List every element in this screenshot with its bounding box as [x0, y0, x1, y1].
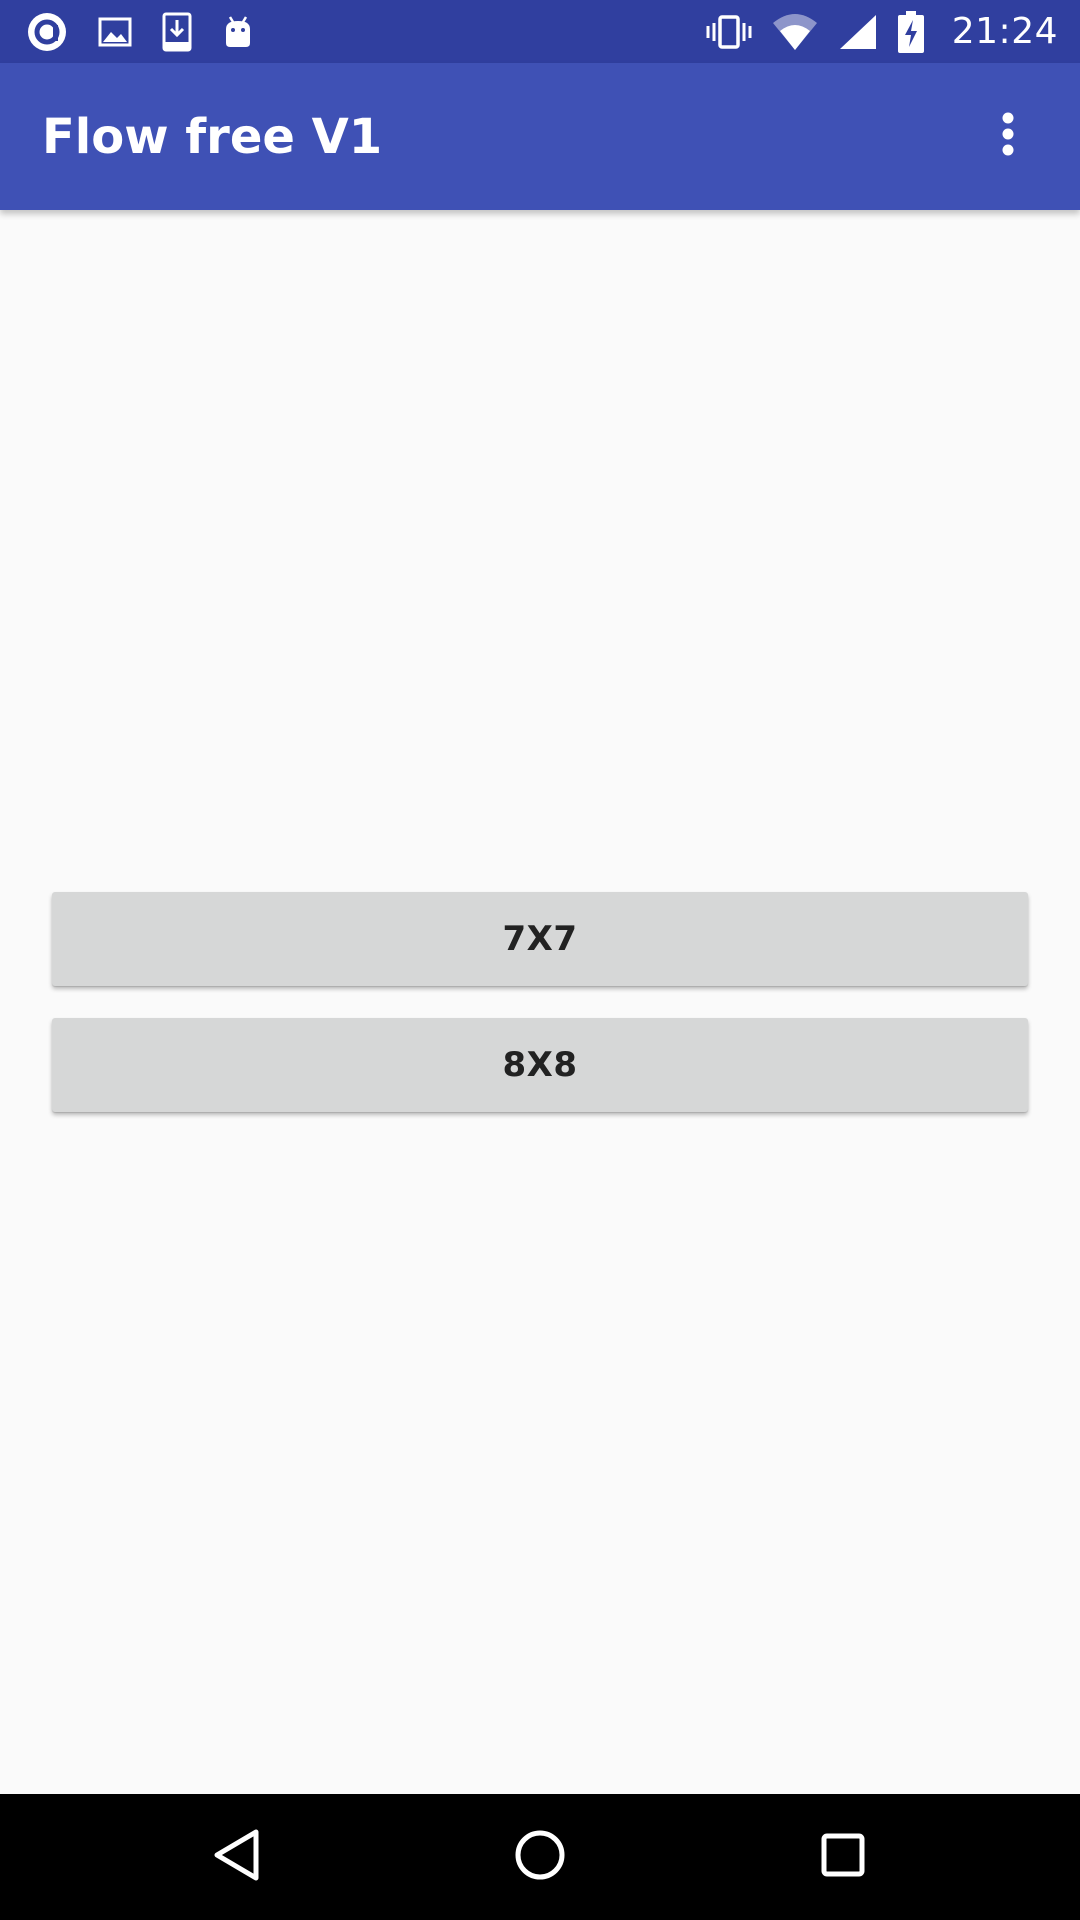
status-bar: 21:24 — [0, 0, 1080, 63]
notification-icons — [0, 0, 254, 63]
app-bar: Flow free V1 — [0, 63, 1080, 210]
android-icon — [222, 15, 254, 49]
overflow-menu-button[interactable] — [960, 89, 1056, 185]
grid-8x8-button[interactable]: 8X8 — [52, 1018, 1028, 1112]
download-icon — [162, 12, 192, 52]
navigation-bar — [0, 1794, 1080, 1920]
at-sign-icon — [26, 11, 68, 53]
vibrate-icon — [706, 14, 752, 50]
more-vert-icon — [1001, 112, 1015, 161]
back-button[interactable] — [157, 1794, 317, 1920]
grid-7x7-button[interactable]: 7X7 — [52, 892, 1028, 986]
home-button[interactable] — [460, 1794, 620, 1920]
battery-charging-icon — [897, 10, 924, 53]
clock: 21:24 — [951, 11, 1058, 52]
recents-button[interactable] — [763, 1794, 923, 1920]
image-icon — [98, 17, 132, 47]
recents-icon — [820, 1832, 866, 1883]
home-icon — [514, 1829, 566, 1886]
wifi-icon — [772, 13, 818, 51]
app-title: Flow free V1 — [42, 108, 383, 165]
back-icon — [212, 1828, 262, 1887]
system-icons: 21:24 — [706, 0, 1080, 63]
signal-icon — [838, 13, 878, 51]
